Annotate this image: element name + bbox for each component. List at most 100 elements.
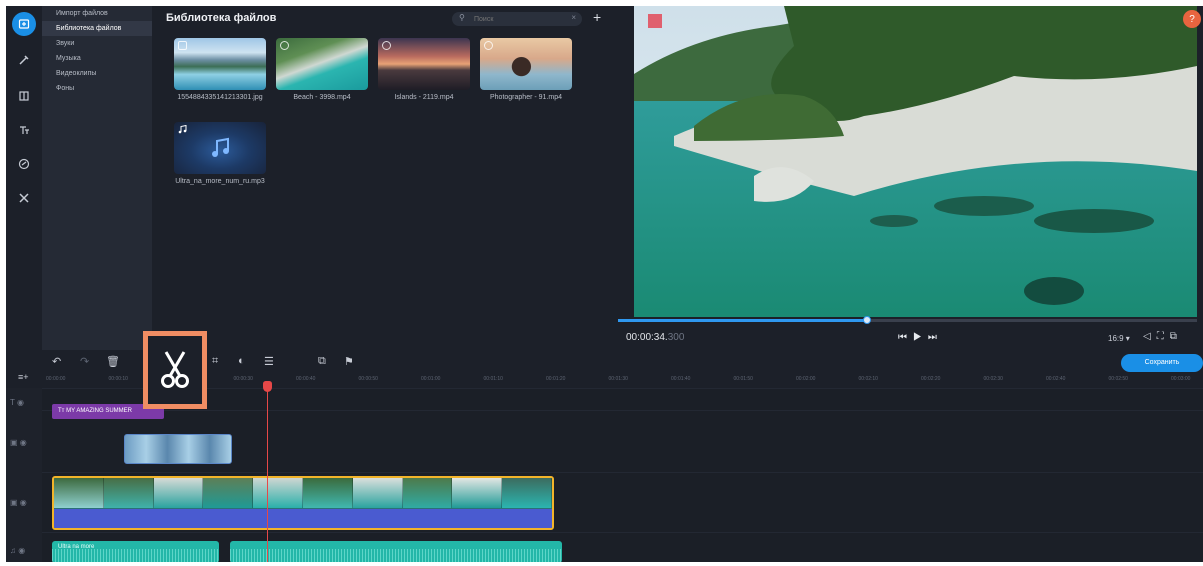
scrubber-handle[interactable] bbox=[862, 316, 871, 324]
play-icon[interactable]: ▶ bbox=[913, 332, 928, 343]
playhead-handle[interactable] bbox=[263, 381, 272, 392]
thumbnail bbox=[480, 38, 572, 90]
record-indicator-icon bbox=[648, 14, 662, 28]
skip-back-icon[interactable]: ⏮ bbox=[898, 332, 913, 343]
detach-icon[interactable]: ⧉ bbox=[1170, 331, 1183, 342]
ruler-tick-label: 00:00:30 bbox=[233, 376, 253, 382]
ruler-tick-label: 00:01:30 bbox=[608, 376, 628, 382]
add-file-button[interactable]: + bbox=[593, 9, 601, 25]
duplicate-icon[interactable]: ⧉ bbox=[318, 355, 326, 368]
undo-icon[interactable]: ↶ bbox=[52, 355, 61, 368]
category-sounds[interactable]: Звуки bbox=[42, 36, 152, 51]
video-editor-window: Импорт файлов Библиотека файлов Звуки Му… bbox=[6, 6, 1203, 562]
music-track-icon: ♫ ◉ bbox=[10, 546, 26, 555]
volume-icon[interactable]: ◁ bbox=[1143, 331, 1157, 342]
video-type-icon bbox=[382, 41, 391, 50]
category-library[interactable]: Библиотека файлов bbox=[42, 21, 152, 36]
aspect-ratio-select[interactable]: 16:9 ▾ bbox=[1108, 334, 1130, 343]
clear-icon[interactable]: × bbox=[571, 13, 576, 22]
tools-icon[interactable] bbox=[12, 186, 36, 210]
title-clip-icon: Tт bbox=[58, 408, 65, 414]
title-clip-label: MY AMAZING SUMMER bbox=[66, 408, 132, 414]
playhead-line bbox=[267, 384, 268, 562]
video-type-icon bbox=[280, 41, 289, 50]
timeline-tracks: T ◉ ▣ ◉ ▣ ◉ ♫ ◉ bbox=[6, 388, 1203, 562]
color-adjust-icon[interactable]: ◐ bbox=[238, 355, 245, 367]
music-note-icon bbox=[178, 125, 187, 134]
ruler-tick-label: 00:01:20 bbox=[546, 376, 566, 382]
library-item[interactable]: Beach - 3998.mp4 bbox=[276, 38, 368, 102]
preview-scrubber[interactable] bbox=[618, 316, 1197, 324]
thumbnail bbox=[276, 38, 368, 90]
split-button[interactable] bbox=[148, 336, 202, 404]
ruler-tick-label: 00:01:50 bbox=[733, 376, 753, 382]
redo-icon[interactable]: ↷ bbox=[80, 355, 89, 368]
marker-flag-icon[interactable]: ⚑ bbox=[344, 355, 354, 368]
timecode-ms: 300 bbox=[667, 332, 685, 343]
thumbnail bbox=[174, 122, 266, 174]
category-videoclips[interactable]: Видеоклипы bbox=[42, 66, 152, 81]
library-title: Библиотека файлов bbox=[166, 12, 277, 24]
item-caption: Ultra_na_more_num_ru.mp3 bbox=[175, 178, 265, 185]
audio-clip[interactable]: Ultra na more bbox=[52, 541, 219, 562]
audio-clip-label: Ultra na more bbox=[58, 544, 95, 550]
add-track-icon[interactable]: ≡+ bbox=[18, 372, 29, 382]
ruler-tick-label: 00:01:40 bbox=[671, 376, 691, 382]
help-button[interactable]: ? bbox=[1183, 10, 1201, 28]
ruler-tick-label: 00:01:10 bbox=[483, 376, 503, 382]
ruler-tick-label: 00:00:00 bbox=[46, 376, 66, 382]
overlay-track-icon: ▣ ◉ bbox=[10, 438, 27, 447]
stickers-icon[interactable] bbox=[12, 152, 36, 176]
ruler-tick-label: 00:02:20 bbox=[921, 376, 941, 382]
audio-waveform bbox=[52, 549, 219, 562]
item-caption: 1554884335141213301.jpg bbox=[177, 94, 263, 101]
audio-waveform bbox=[230, 549, 562, 562]
filters-icon[interactable] bbox=[12, 48, 36, 72]
ruler-tick-label: 00:00:50 bbox=[358, 376, 378, 382]
ruler-tick-label: 00:00:40 bbox=[296, 376, 316, 382]
titles-icon[interactable] bbox=[12, 118, 36, 142]
thumbnail bbox=[174, 38, 266, 90]
video-clip-audio bbox=[54, 509, 552, 528]
ruler-tick-label: 00:01:00 bbox=[421, 376, 441, 382]
preview-video bbox=[634, 6, 1197, 317]
transitions-icon[interactable] bbox=[12, 84, 36, 108]
search-box: ⚲ × bbox=[452, 12, 582, 26]
crop-icon[interactable]: ⌗ bbox=[212, 355, 218, 368]
video-clip[interactable] bbox=[52, 476, 554, 530]
video-type-icon bbox=[484, 41, 493, 50]
library-item[interactable]: Photographer - 91.mp4 bbox=[480, 38, 572, 102]
ruler-tick-label: 00:02:30 bbox=[983, 376, 1003, 382]
item-caption: Beach - 3998.mp4 bbox=[293, 94, 351, 101]
category-import[interactable]: Импорт файлов bbox=[42, 6, 152, 21]
ruler-tick-label: 00:02:50 bbox=[1108, 376, 1128, 382]
category-music[interactable]: Музыка bbox=[42, 51, 152, 66]
audio-clip[interactable] bbox=[230, 541, 562, 562]
save-button[interactable]: Сохранить bbox=[1121, 354, 1203, 372]
transport-controls: ⏮▶⏭ bbox=[898, 332, 943, 343]
item-caption: Photographer - 91.mp4 bbox=[490, 94, 562, 101]
media-library: Библиотека файлов ⚲ × + 1554884335141213… bbox=[152, 6, 617, 350]
video-track-icon: ▣ ◉ bbox=[10, 498, 27, 507]
category-backgrounds[interactable]: Фоны bbox=[42, 81, 152, 96]
title-track-icon: T ◉ bbox=[10, 398, 24, 407]
import-icon[interactable] bbox=[12, 12, 36, 36]
overlay-clip[interactable] bbox=[124, 434, 232, 464]
title-track bbox=[42, 388, 1203, 410]
clip-properties-icon[interactable]: ☰ bbox=[264, 355, 274, 368]
fullscreen-icon[interactable]: ⛶ bbox=[1157, 331, 1170, 342]
search-input[interactable] bbox=[474, 13, 564, 25]
ruler-tick-label: 00:02:40 bbox=[1046, 376, 1066, 382]
skip-forward-icon[interactable]: ⏭ bbox=[928, 332, 943, 343]
scrubber-progress bbox=[618, 319, 867, 322]
library-categories: Импорт файлов Библиотека файлов Звуки Му… bbox=[42, 6, 152, 350]
library-item[interactable]: Islands - 2119.mp4 bbox=[378, 38, 470, 102]
library-item[interactable]: 1554884335141213301.jpg bbox=[174, 38, 266, 102]
music-note-icon bbox=[212, 137, 229, 157]
video-frames bbox=[54, 478, 552, 508]
library-item[interactable]: Ultra_na_more_num_ru.mp3 bbox=[174, 122, 266, 186]
ruler-tick-label: 00:00:10 bbox=[108, 376, 128, 382]
split-button-highlight[interactable] bbox=[143, 331, 207, 409]
delete-icon[interactable]: 🗑 bbox=[106, 355, 120, 368]
ruler-tick-label: 00:02:00 bbox=[796, 376, 816, 382]
